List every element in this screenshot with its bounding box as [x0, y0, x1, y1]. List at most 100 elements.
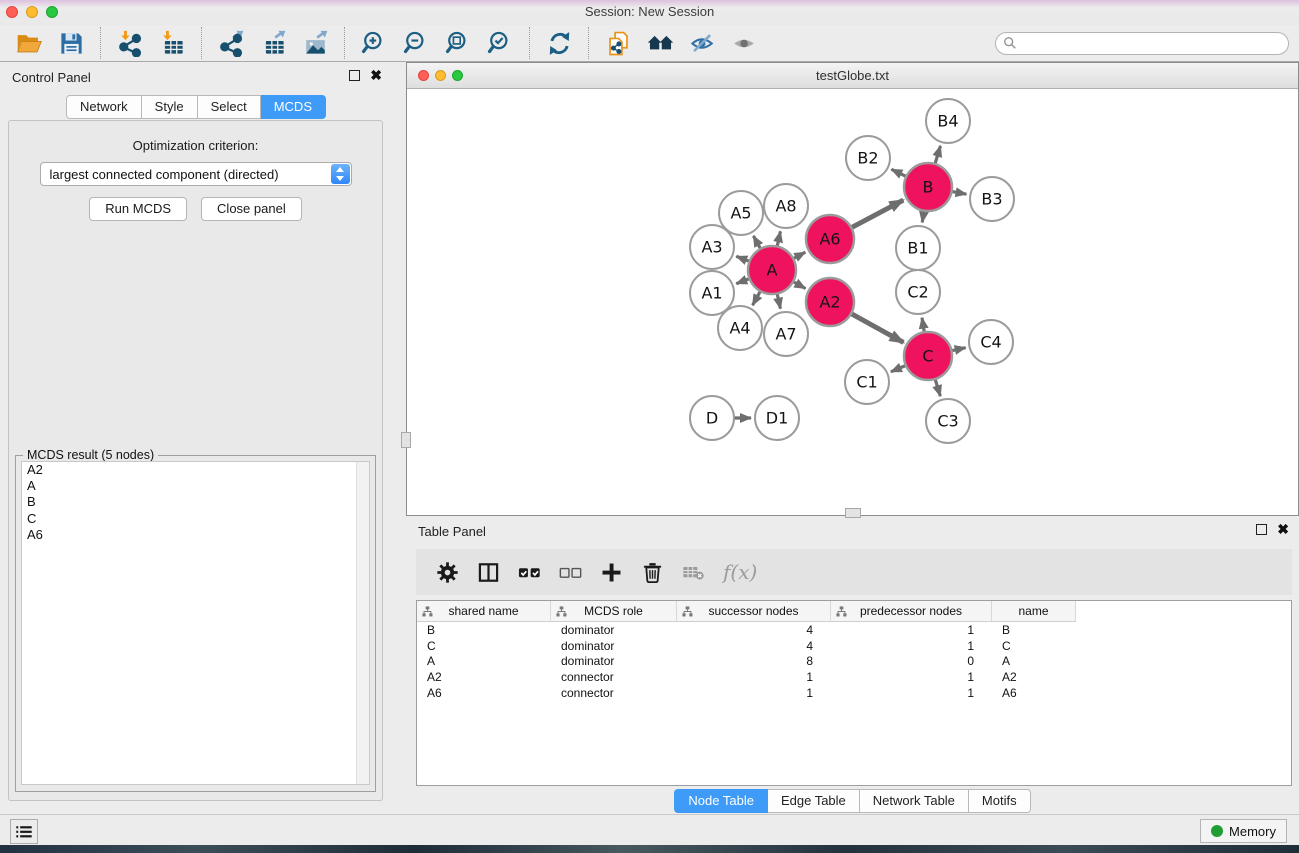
graph-node-B[interactable]: B [904, 163, 952, 211]
graph-node-C[interactable]: C [904, 332, 952, 380]
select-all-checkboxes-icon[interactable] [514, 557, 544, 587]
graph-node-A8[interactable]: A8 [764, 184, 808, 228]
table-cell[interactable]: A6 [992, 686, 1076, 700]
tab-select[interactable]: Select [198, 95, 261, 119]
table-cell[interactable]: 1 [831, 686, 992, 700]
network-window-titlebar[interactable]: testGlobe.txt [407, 63, 1298, 89]
export-network-icon[interactable] [216, 28, 246, 58]
list-scrollbar[interactable] [356, 462, 369, 784]
network-canvas[interactable]: B4 B2 B B3 A5A8A6 A3 B1 A A1 C2 A2 A4A7 C4 C C1 C3 D D1 [407, 89, 1298, 515]
split-columns-icon[interactable] [473, 557, 503, 587]
mcds-result-item[interactable]: A6 [22, 527, 369, 543]
graph-node-D1[interactable]: D1 [755, 396, 799, 440]
close-panel-icon[interactable]: ✖ [370, 70, 382, 81]
table-cell[interactable]: A [417, 654, 551, 668]
table-cell[interactable]: dominator [551, 623, 677, 637]
table-cell[interactable]: connector [551, 686, 677, 700]
deselect-checkboxes-icon[interactable] [555, 557, 585, 587]
graph-node-B1[interactable]: B1 [896, 226, 940, 270]
table-cell[interactable]: 4 [677, 639, 831, 653]
export-image-icon[interactable] [300, 28, 330, 58]
table-cell[interactable]: connector [551, 670, 677, 684]
graph-node-A4[interactable]: A4 [718, 306, 762, 350]
table-cell[interactable]: dominator [551, 639, 677, 653]
refresh-icon[interactable] [544, 28, 574, 58]
import-table-icon[interactable] [157, 28, 187, 58]
graph-node-A7[interactable]: A7 [764, 312, 808, 356]
table-row[interactable]: Cdominator41C [417, 638, 1291, 654]
table-cell[interactable]: B [417, 623, 551, 637]
table-cell[interactable]: 8 [677, 654, 831, 668]
graph-node-C3[interactable]: C3 [926, 399, 970, 443]
hide-eye-icon[interactable] [687, 28, 717, 58]
zoom-fit-icon[interactable] [443, 28, 473, 58]
mcds-result-item[interactable]: B [22, 494, 369, 510]
save-icon[interactable] [56, 28, 86, 58]
export-table-icon[interactable] [258, 28, 288, 58]
table-cell[interactable]: A [992, 654, 1076, 668]
tab-network-table[interactable]: Network Table [860, 789, 969, 813]
table-row[interactable]: Adominator80A [417, 654, 1291, 670]
graph-node-A1[interactable]: A1 [690, 271, 734, 315]
table-cell[interactable]: A2 [992, 670, 1076, 684]
function-builder-icon[interactable]: f(x) [719, 560, 757, 584]
graph-node-A5[interactable]: A5 [719, 191, 763, 235]
task-history-button[interactable] [10, 819, 38, 844]
column-header-successor-nodes[interactable]: successor nodes [677, 601, 831, 622]
tab-node-table[interactable]: Node Table [674, 789, 768, 813]
import-network-icon[interactable] [115, 28, 145, 58]
mcds-result-list[interactable]: A2ABCA6 [21, 461, 370, 785]
table-cell[interactable]: A6 [417, 686, 551, 700]
table-cell[interactable]: 1 [831, 623, 992, 637]
tab-mcds[interactable]: MCDS [261, 95, 326, 119]
tab-style[interactable]: Style [142, 95, 198, 119]
graph-node-C2[interactable]: C2 [896, 270, 940, 314]
table-cell[interactable]: dominator [551, 654, 677, 668]
graph-node-A3[interactable]: A3 [690, 225, 734, 269]
tab-motifs[interactable]: Motifs [969, 789, 1031, 813]
table-cell[interactable]: 1 [831, 639, 992, 653]
memory-button[interactable]: Memory [1200, 819, 1287, 843]
table-cell[interactable]: C [417, 639, 551, 653]
horizontal-split-grip[interactable] [845, 508, 861, 518]
table-cell[interactable]: 1 [831, 670, 992, 684]
table-row[interactable]: Bdominator41B [417, 622, 1291, 638]
edge-A2-C[interactable] [849, 313, 903, 343]
graph-node-A6[interactable]: A6 [806, 215, 854, 263]
column-header-predecessor-nodes[interactable]: predecessor nodes [831, 601, 992, 622]
table-row[interactable]: A6connector11A6 [417, 685, 1291, 701]
mcds-result-item[interactable]: A2 [22, 462, 369, 478]
graph-node-A[interactable]: A [748, 246, 796, 294]
show-eye-icon[interactable] [729, 28, 759, 58]
mcds-result-item[interactable]: C [22, 511, 369, 527]
table-cell[interactable]: 1 [677, 686, 831, 700]
delete-table-icon[interactable] [678, 557, 708, 587]
graph-node-A2[interactable]: A2 [806, 278, 854, 326]
graph-node-C4[interactable]: C4 [969, 320, 1013, 364]
clone-network-icon[interactable] [603, 28, 633, 58]
graph-node-C1[interactable]: C1 [845, 360, 889, 404]
graph-node-B4[interactable]: B4 [926, 99, 970, 143]
graph-node-B3[interactable]: B3 [970, 177, 1014, 221]
edge-A6-B[interactable] [849, 200, 903, 229]
column-header-MCDS-role[interactable]: MCDS role [551, 601, 677, 622]
close-table-panel-icon[interactable]: ✖ [1277, 524, 1289, 535]
column-header-name[interactable]: name [992, 601, 1076, 622]
search-input[interactable] [995, 32, 1289, 55]
close-panel-button[interactable]: Close panel [201, 197, 302, 221]
zoom-in-icon[interactable] [359, 28, 389, 58]
zoom-out-icon[interactable] [401, 28, 431, 58]
table-cell[interactable]: 0 [831, 654, 992, 668]
add-icon[interactable] [596, 557, 626, 587]
gear-icon[interactable] [432, 557, 462, 587]
criterion-dropdown[interactable]: largest connected component (directed) [40, 162, 352, 186]
graph-node-D[interactable]: D [690, 396, 734, 440]
home-icon[interactable] [645, 28, 675, 58]
tab-edge-table[interactable]: Edge Table [768, 789, 860, 813]
graph-node-B2[interactable]: B2 [846, 136, 890, 180]
run-mcds-button[interactable]: Run MCDS [89, 197, 187, 221]
table-cell[interactable]: 1 [677, 670, 831, 684]
open-folder-icon[interactable] [14, 28, 44, 58]
table-cell[interactable]: C [992, 639, 1076, 653]
delete-icon[interactable] [637, 557, 667, 587]
